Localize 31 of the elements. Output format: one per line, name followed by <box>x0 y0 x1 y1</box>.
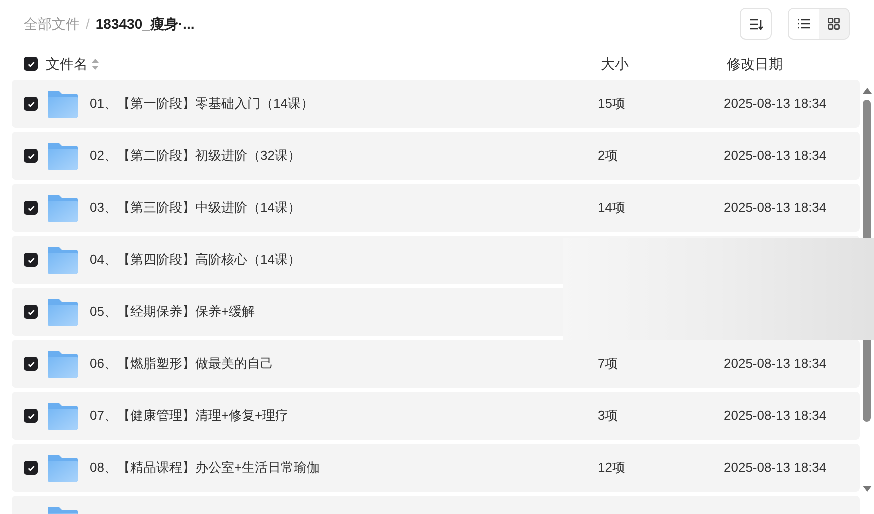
file-name: 03、【第三阶段】中级进阶（14课） <box>90 199 302 218</box>
item-count: 7项 <box>598 355 620 374</box>
modified-date: 2025-08-13 18:34 <box>724 459 827 478</box>
file-name: 05、【经期保养】保养+缓解 <box>90 303 256 322</box>
modified-date: 2025-08-13 18:34 <box>724 355 827 374</box>
file-row[interactable]: 01、【第一阶段】零基础入门（14课） 15项 2025-08-13 18:34 <box>12 80 860 128</box>
column-header[interactable]: 大小 <box>601 54 721 74</box>
file-name: 06、【燃脂塑形】做最美的自己 <box>90 355 274 374</box>
item-count: 3项 <box>598 407 620 426</box>
column-header[interactable]: 文件名 <box>46 54 88 74</box>
modified-date: 2025-08-13 18:34 <box>724 95 827 114</box>
item-count: 14项 <box>598 199 626 218</box>
file-name: 02、【第二阶段】初级进阶（32课） <box>90 147 302 166</box>
file-row[interactable]: 02、【第二阶段】初级进阶（32课） 2项 2025-08-13 18:34 <box>12 132 860 180</box>
column-header[interactable]: 修改日期 <box>727 54 783 74</box>
file-row[interactable]: 03、【第三阶段】中级进阶（14课） 14项 2025-08-13 18:34 <box>12 184 860 232</box>
file-name: 08、【精品课程】办公室+生活日常瑜伽 <box>90 459 322 478</box>
current-folder: 183430_瘦身·... <box>96 14 195 34</box>
item-count: 15项 <box>598 95 626 114</box>
file-name: 01、【第一阶段】零基础入门（14课） <box>90 95 315 114</box>
modified-date: 2025-08-13 18:34 <box>724 199 827 218</box>
separator: / <box>86 14 90 34</box>
file-name: 07、【健康管理】清理+修复+理疗 <box>90 407 290 426</box>
item-count: 12项 <box>598 459 626 478</box>
file-row[interactable]: 07、【健康管理】清理+修复+理疗 3项 2025-08-13 18:34 <box>12 392 860 440</box>
file-row[interactable]: 08、【精品课程】办公室+生活日常瑜伽 12项 2025-08-13 18:34 <box>12 444 860 492</box>
file-name: 04、【第四阶段】高阶核心（14课） <box>90 251 302 270</box>
modified-date: 2025-08-13 18:34 <box>724 147 827 166</box>
item-count: 2项 <box>598 147 620 166</box>
modified-date: 2025-08-13 18:34 <box>724 407 827 426</box>
file-row[interactable]: 06、【燃脂塑形】做最美的自己 7项 2025-08-13 18:34 <box>12 340 860 388</box>
